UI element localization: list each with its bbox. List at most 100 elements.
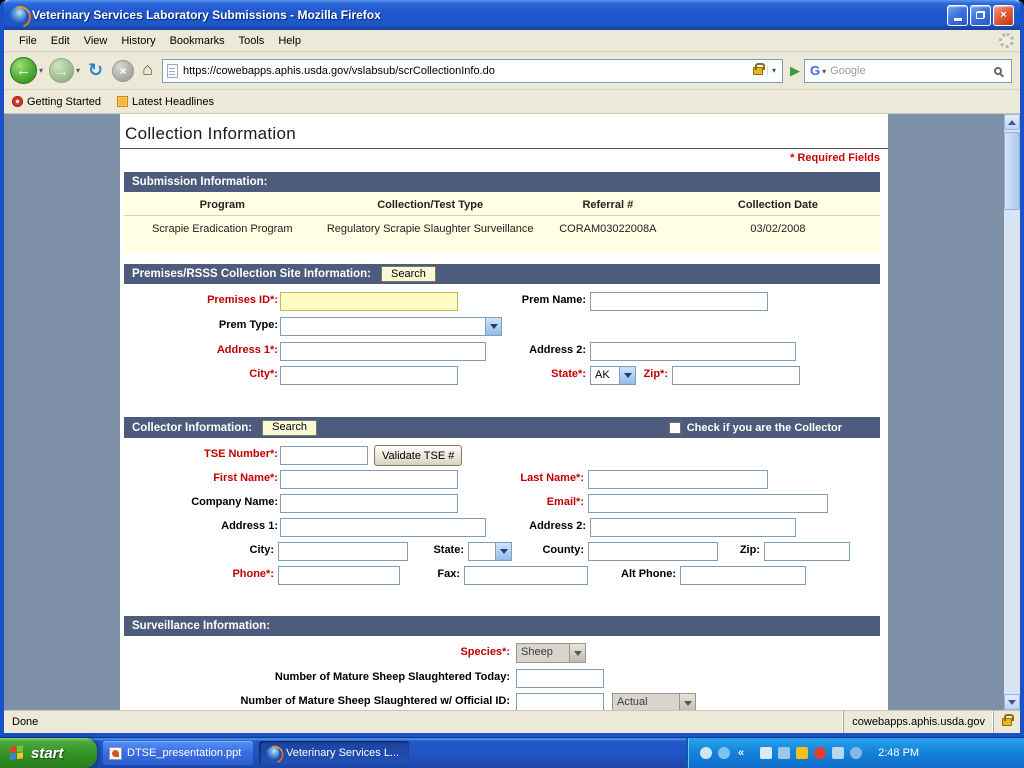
bookmark-label: Latest Headlines xyxy=(132,96,214,108)
fax-label: Fax: xyxy=(408,568,460,581)
county-field[interactable] xyxy=(588,542,718,561)
phone-label: Phone*: xyxy=(138,568,274,581)
status-lock-panel xyxy=(993,711,1020,733)
menu-bookmarks[interactable]: Bookmarks xyxy=(163,32,232,50)
prem-name-field[interactable] xyxy=(590,292,768,311)
phone-field[interactable] xyxy=(278,566,400,585)
stop-button[interactable]: × xyxy=(112,60,134,82)
last-name-field[interactable] xyxy=(588,470,768,489)
collector-self-checkbox[interactable] xyxy=(669,422,681,434)
vertical-scrollbar[interactable] xyxy=(1004,114,1020,710)
menu-history[interactable]: History xyxy=(114,32,162,50)
close-button[interactable]: × xyxy=(993,5,1014,26)
mature-sheep-today-label: Number of Mature Sheep Slaughtered Today… xyxy=(200,671,510,684)
taskbar-item-firefox[interactable]: Veterinary Services L... xyxy=(259,741,409,765)
premises-zip-field[interactable] xyxy=(672,366,800,385)
first-name-label: First Name*: xyxy=(138,472,278,485)
menu-help[interactable]: Help xyxy=(271,32,308,50)
minimize-button[interactable] xyxy=(947,5,968,26)
alt-phone-field[interactable] xyxy=(680,566,806,585)
back-button[interactable]: ← xyxy=(10,57,37,84)
species-select[interactable]: Sheep xyxy=(516,643,586,663)
search-engine-dropdown-icon[interactable]: ▾ xyxy=(822,67,826,76)
tse-number-label: TSE Number*: xyxy=(138,448,278,461)
url-text[interactable]: https://cowebapps.aphis.usda.gov/vslabsu… xyxy=(183,65,753,77)
email-field[interactable] xyxy=(588,494,828,513)
bookmark-latest-headlines[interactable]: Latest Headlines xyxy=(117,96,214,108)
premises-section-header: Premises/RSSS Collection Site Informatio… xyxy=(124,264,880,284)
firefox-icon xyxy=(267,747,280,760)
mature-sheep-official-id-field[interactable] xyxy=(516,693,604,710)
home-button[interactable]: ⌂ xyxy=(142,59,153,80)
required-fields-note: * Required Fields xyxy=(120,152,880,164)
scroll-up-button[interactable] xyxy=(1004,114,1020,130)
search-box[interactable]: G ▾ Google xyxy=(804,59,1012,83)
back-history-dropdown-icon[interactable]: ▾ xyxy=(39,66,43,75)
menu-view[interactable]: View xyxy=(77,32,115,50)
menu-edit[interactable]: Edit xyxy=(44,32,77,50)
status-bar: Done cowebapps.aphis.usda.gov xyxy=(4,710,1020,733)
page-icon xyxy=(167,64,178,78)
collector-search-button[interactable]: Search xyxy=(262,420,317,436)
reload-button[interactable]: ↻ xyxy=(88,60,103,81)
clock: 2:48 PM xyxy=(878,747,919,759)
search-icon[interactable] xyxy=(994,67,1002,75)
page-background: Collection Information * Required Fields… xyxy=(4,114,1004,710)
back-icon: ← xyxy=(16,62,31,79)
collector-state-select[interactable] xyxy=(468,542,512,561)
search-input[interactable]: Google xyxy=(830,65,994,77)
tray-display-icon[interactable] xyxy=(778,747,790,759)
official-id-type-select[interactable]: Actual xyxy=(612,693,696,710)
tray-alert-icon[interactable] xyxy=(814,747,826,759)
tray-app-icon[interactable] xyxy=(700,747,712,759)
first-name-field[interactable] xyxy=(280,470,458,489)
tse-number-field[interactable] xyxy=(280,446,368,465)
url-bar[interactable]: https://cowebapps.aphis.usda.gov/vslabsu… xyxy=(162,59,783,83)
section-title: Collector Information: xyxy=(132,422,252,434)
premises-search-button[interactable]: Search xyxy=(381,266,436,282)
premises-address2-field[interactable] xyxy=(590,342,796,361)
fax-field[interactable] xyxy=(464,566,588,585)
web-page: Collection Information * Required Fields… xyxy=(120,114,888,710)
collector-address2-field[interactable] xyxy=(590,518,796,537)
url-dropdown-icon[interactable]: ▾ xyxy=(767,66,780,75)
prem-type-select[interactable] xyxy=(280,317,502,336)
premises-city-field[interactable] xyxy=(280,366,458,385)
navigation-toolbar: ← ▾ → ▾ ↻ × ⌂ https://cowebapps.aphis.us… xyxy=(4,52,1020,90)
collector-section-header: Collector Information: Search Check if y… xyxy=(124,417,880,438)
tray-volume-icon[interactable] xyxy=(850,747,862,759)
forward-icon: → xyxy=(55,63,69,79)
getting-started-icon xyxy=(12,96,23,107)
premises-id-field[interactable] xyxy=(280,292,458,311)
close-icon: × xyxy=(1000,9,1006,21)
menu-tools[interactable]: Tools xyxy=(232,32,272,50)
tray-collapse-icon[interactable]: « xyxy=(738,747,744,759)
collector-zip-field[interactable] xyxy=(764,542,850,561)
company-name-field[interactable] xyxy=(280,494,458,513)
email-label: Email*: xyxy=(444,496,584,509)
validate-tse-button[interactable]: Validate TSE # xyxy=(374,445,462,466)
address2-label: Address 2: xyxy=(446,344,586,357)
start-button[interactable]: start xyxy=(0,738,97,768)
restore-button[interactable] xyxy=(970,5,991,26)
mature-sheep-today-field[interactable] xyxy=(516,669,604,688)
bookmark-getting-started[interactable]: Getting Started xyxy=(12,96,101,108)
col-type: Collection/Test Type xyxy=(321,196,540,216)
forward-button[interactable]: → xyxy=(49,58,74,83)
scrollbar-thumb[interactable] xyxy=(1004,132,1020,210)
desktop-screen: Veterinary Services Laboratory Submissio… xyxy=(0,0,1024,768)
tray-update-icon[interactable] xyxy=(718,747,730,759)
tray-network-icon[interactable] xyxy=(832,747,844,759)
windows-logo-icon xyxy=(10,745,25,762)
taskbar-item-powerpoint[interactable]: DTSE_presentation.ppt xyxy=(103,741,253,765)
go-button[interactable]: ▶ xyxy=(790,63,800,79)
section-title: Surveillance Information: xyxy=(132,620,270,632)
scroll-down-button[interactable] xyxy=(1004,694,1020,710)
restore-icon xyxy=(976,11,985,19)
forward-history-dropdown-icon[interactable]: ▾ xyxy=(76,66,80,75)
start-label: start xyxy=(31,745,64,762)
tray-security-icon[interactable] xyxy=(796,747,808,759)
premises-id-label: Premises ID*: xyxy=(138,294,278,307)
menu-file[interactable]: File xyxy=(12,32,44,50)
tray-pen-icon[interactable] xyxy=(760,747,772,759)
